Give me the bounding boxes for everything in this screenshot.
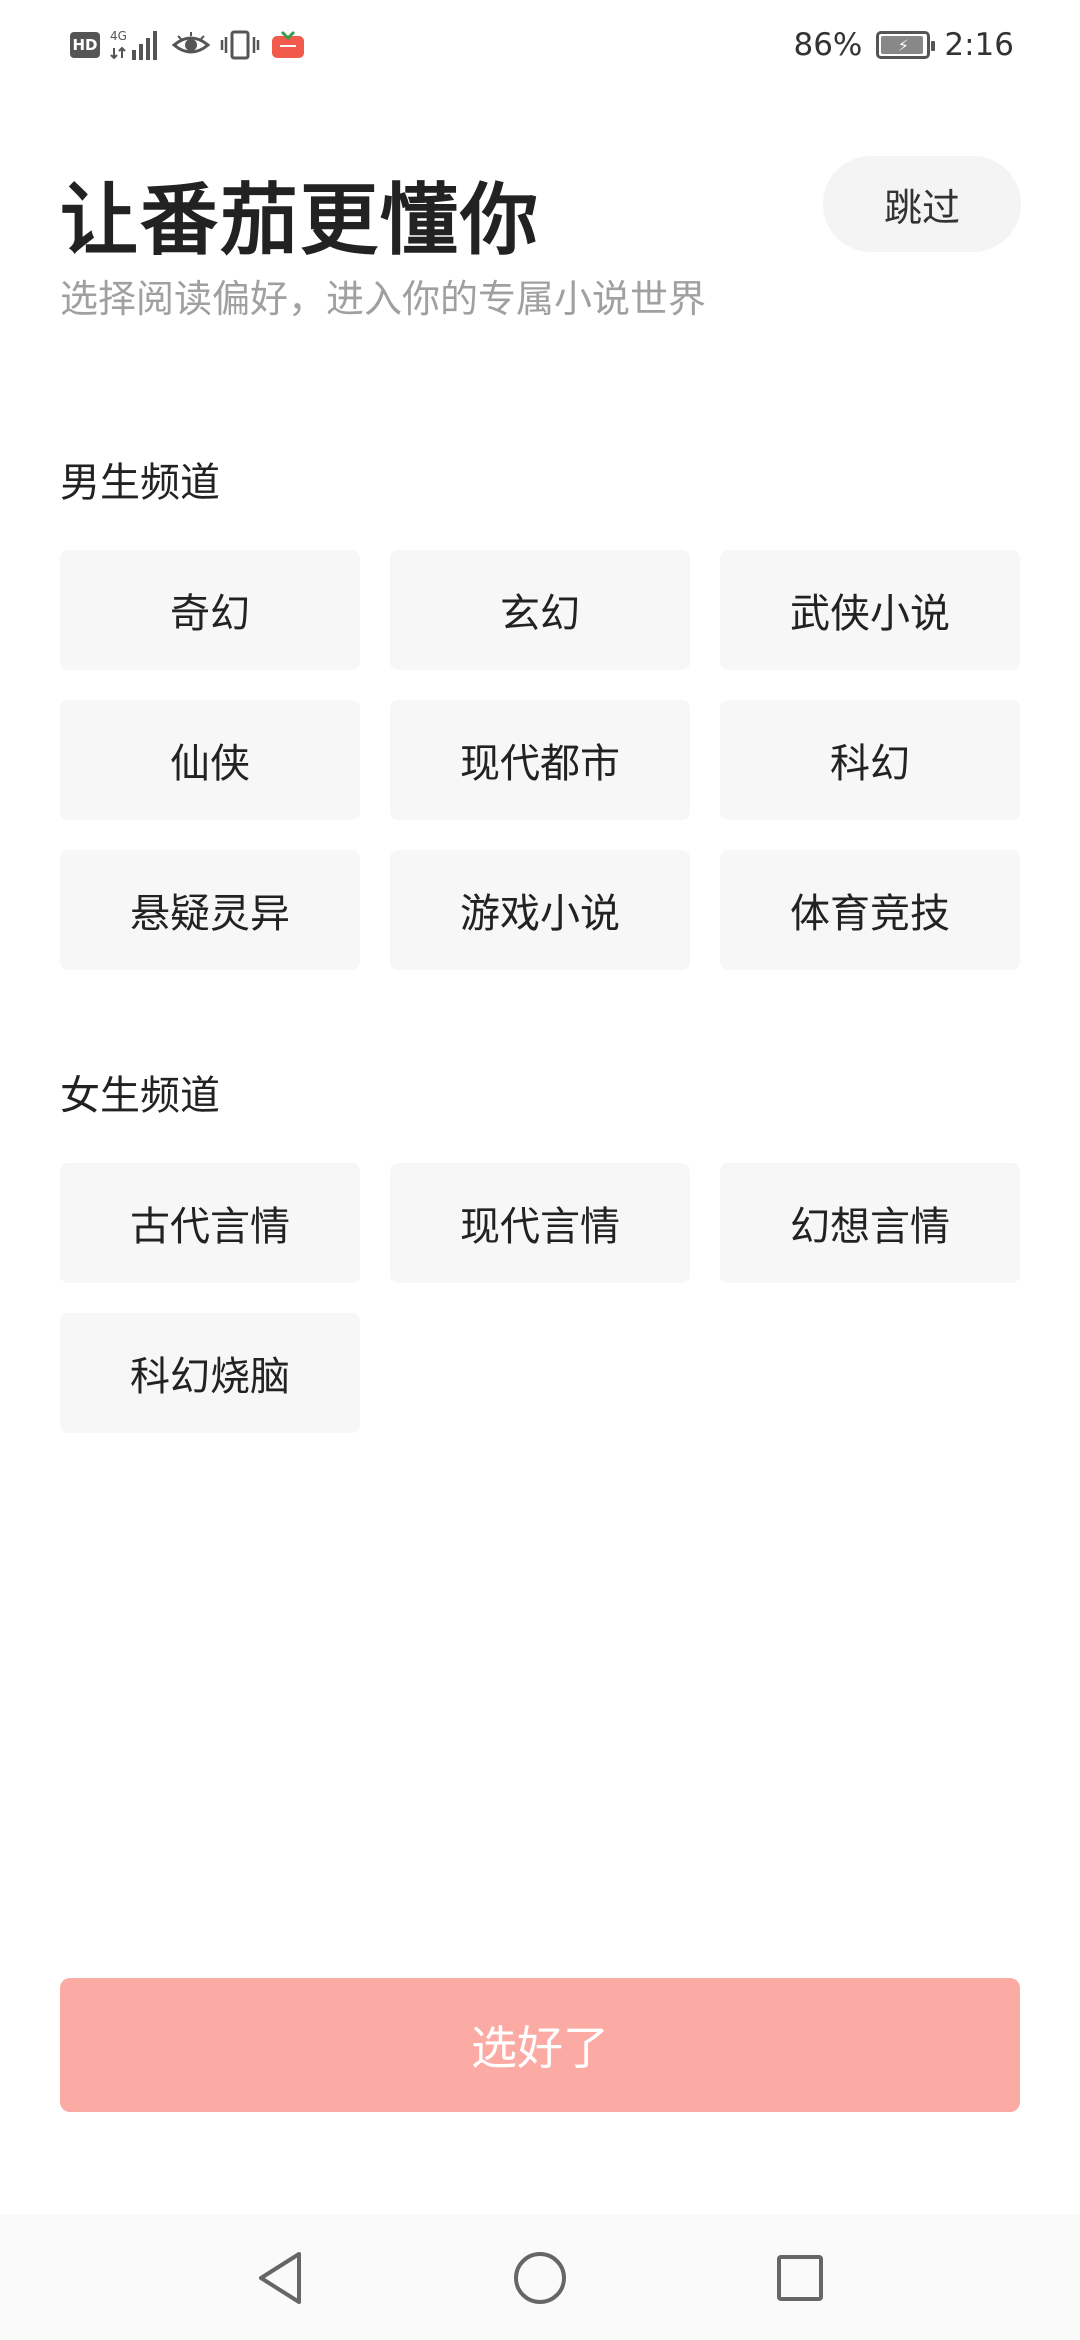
genre-chip[interactable]: 科幻烧脑 bbox=[60, 1313, 360, 1433]
male-channel-title: 男生频道 bbox=[60, 460, 220, 506]
status-icons-right: 86% ⚡ 2:16 bbox=[793, 27, 1014, 63]
genre-chip[interactable]: 游戏小说 bbox=[390, 850, 690, 970]
female-channel-title: 女生频道 bbox=[60, 1073, 220, 1119]
confirm-button[interactable]: 选好了 bbox=[60, 1978, 1020, 2112]
screen: HD 4G 86% ⚡ 2:16 让番茄更懂你 选择阅读偏好，进入你的专属小说世… bbox=[0, 0, 1080, 2340]
genre-chip[interactable]: 现代言情 bbox=[390, 1163, 690, 1283]
home-icon[interactable] bbox=[510, 2248, 570, 2308]
genre-chip[interactable]: 奇幻 bbox=[60, 550, 360, 670]
battery-icon: ⚡ bbox=[876, 31, 936, 59]
hd-icon: HD bbox=[70, 32, 100, 58]
genre-chip[interactable]: 体育竞技 bbox=[720, 850, 1020, 970]
eye-icon bbox=[172, 31, 210, 59]
genre-chip[interactable]: 玄幻 bbox=[390, 550, 690, 670]
page-title: 让番茄更懂你 bbox=[60, 176, 541, 266]
clock: 2:16 bbox=[944, 27, 1014, 63]
network-type-label: 4G bbox=[110, 29, 127, 43]
system-nav-bar bbox=[0, 2215, 1080, 2340]
genre-chip[interactable]: 悬疑灵异 bbox=[60, 850, 360, 970]
status-bar: HD 4G 86% ⚡ 2:16 bbox=[0, 0, 1080, 90]
battery-percent: 86% bbox=[793, 27, 863, 63]
genre-chip[interactable]: 武侠小说 bbox=[720, 550, 1020, 670]
back-icon[interactable] bbox=[250, 2248, 310, 2308]
genre-chip[interactable]: 科幻 bbox=[720, 700, 1020, 820]
vibrate-icon bbox=[220, 29, 260, 61]
charging-icon: ⚡ bbox=[897, 35, 909, 55]
genre-chip[interactable]: 幻想言情 bbox=[720, 1163, 1020, 1283]
tomato-app-icon bbox=[270, 30, 306, 60]
genre-chip[interactable]: 现代都市 bbox=[390, 700, 690, 820]
skip-button[interactable]: 跳过 bbox=[823, 156, 1021, 252]
page-subtitle: 选择阅读偏好，进入你的专属小说世界 bbox=[60, 277, 707, 321]
genre-chip[interactable]: 古代言情 bbox=[60, 1163, 360, 1283]
status-icons-left: HD 4G bbox=[70, 28, 306, 62]
female-genre-grid: 古代言情 现代言情 幻想言情 科幻烧脑 bbox=[60, 1163, 1020, 1433]
signal-icon: 4G bbox=[110, 28, 162, 62]
genre-chip[interactable]: 仙侠 bbox=[60, 700, 360, 820]
recents-icon[interactable] bbox=[770, 2248, 830, 2308]
male-genre-grid: 奇幻 玄幻 武侠小说 仙侠 现代都市 科幻 悬疑灵异 游戏小说 体育竞技 bbox=[60, 550, 1020, 970]
